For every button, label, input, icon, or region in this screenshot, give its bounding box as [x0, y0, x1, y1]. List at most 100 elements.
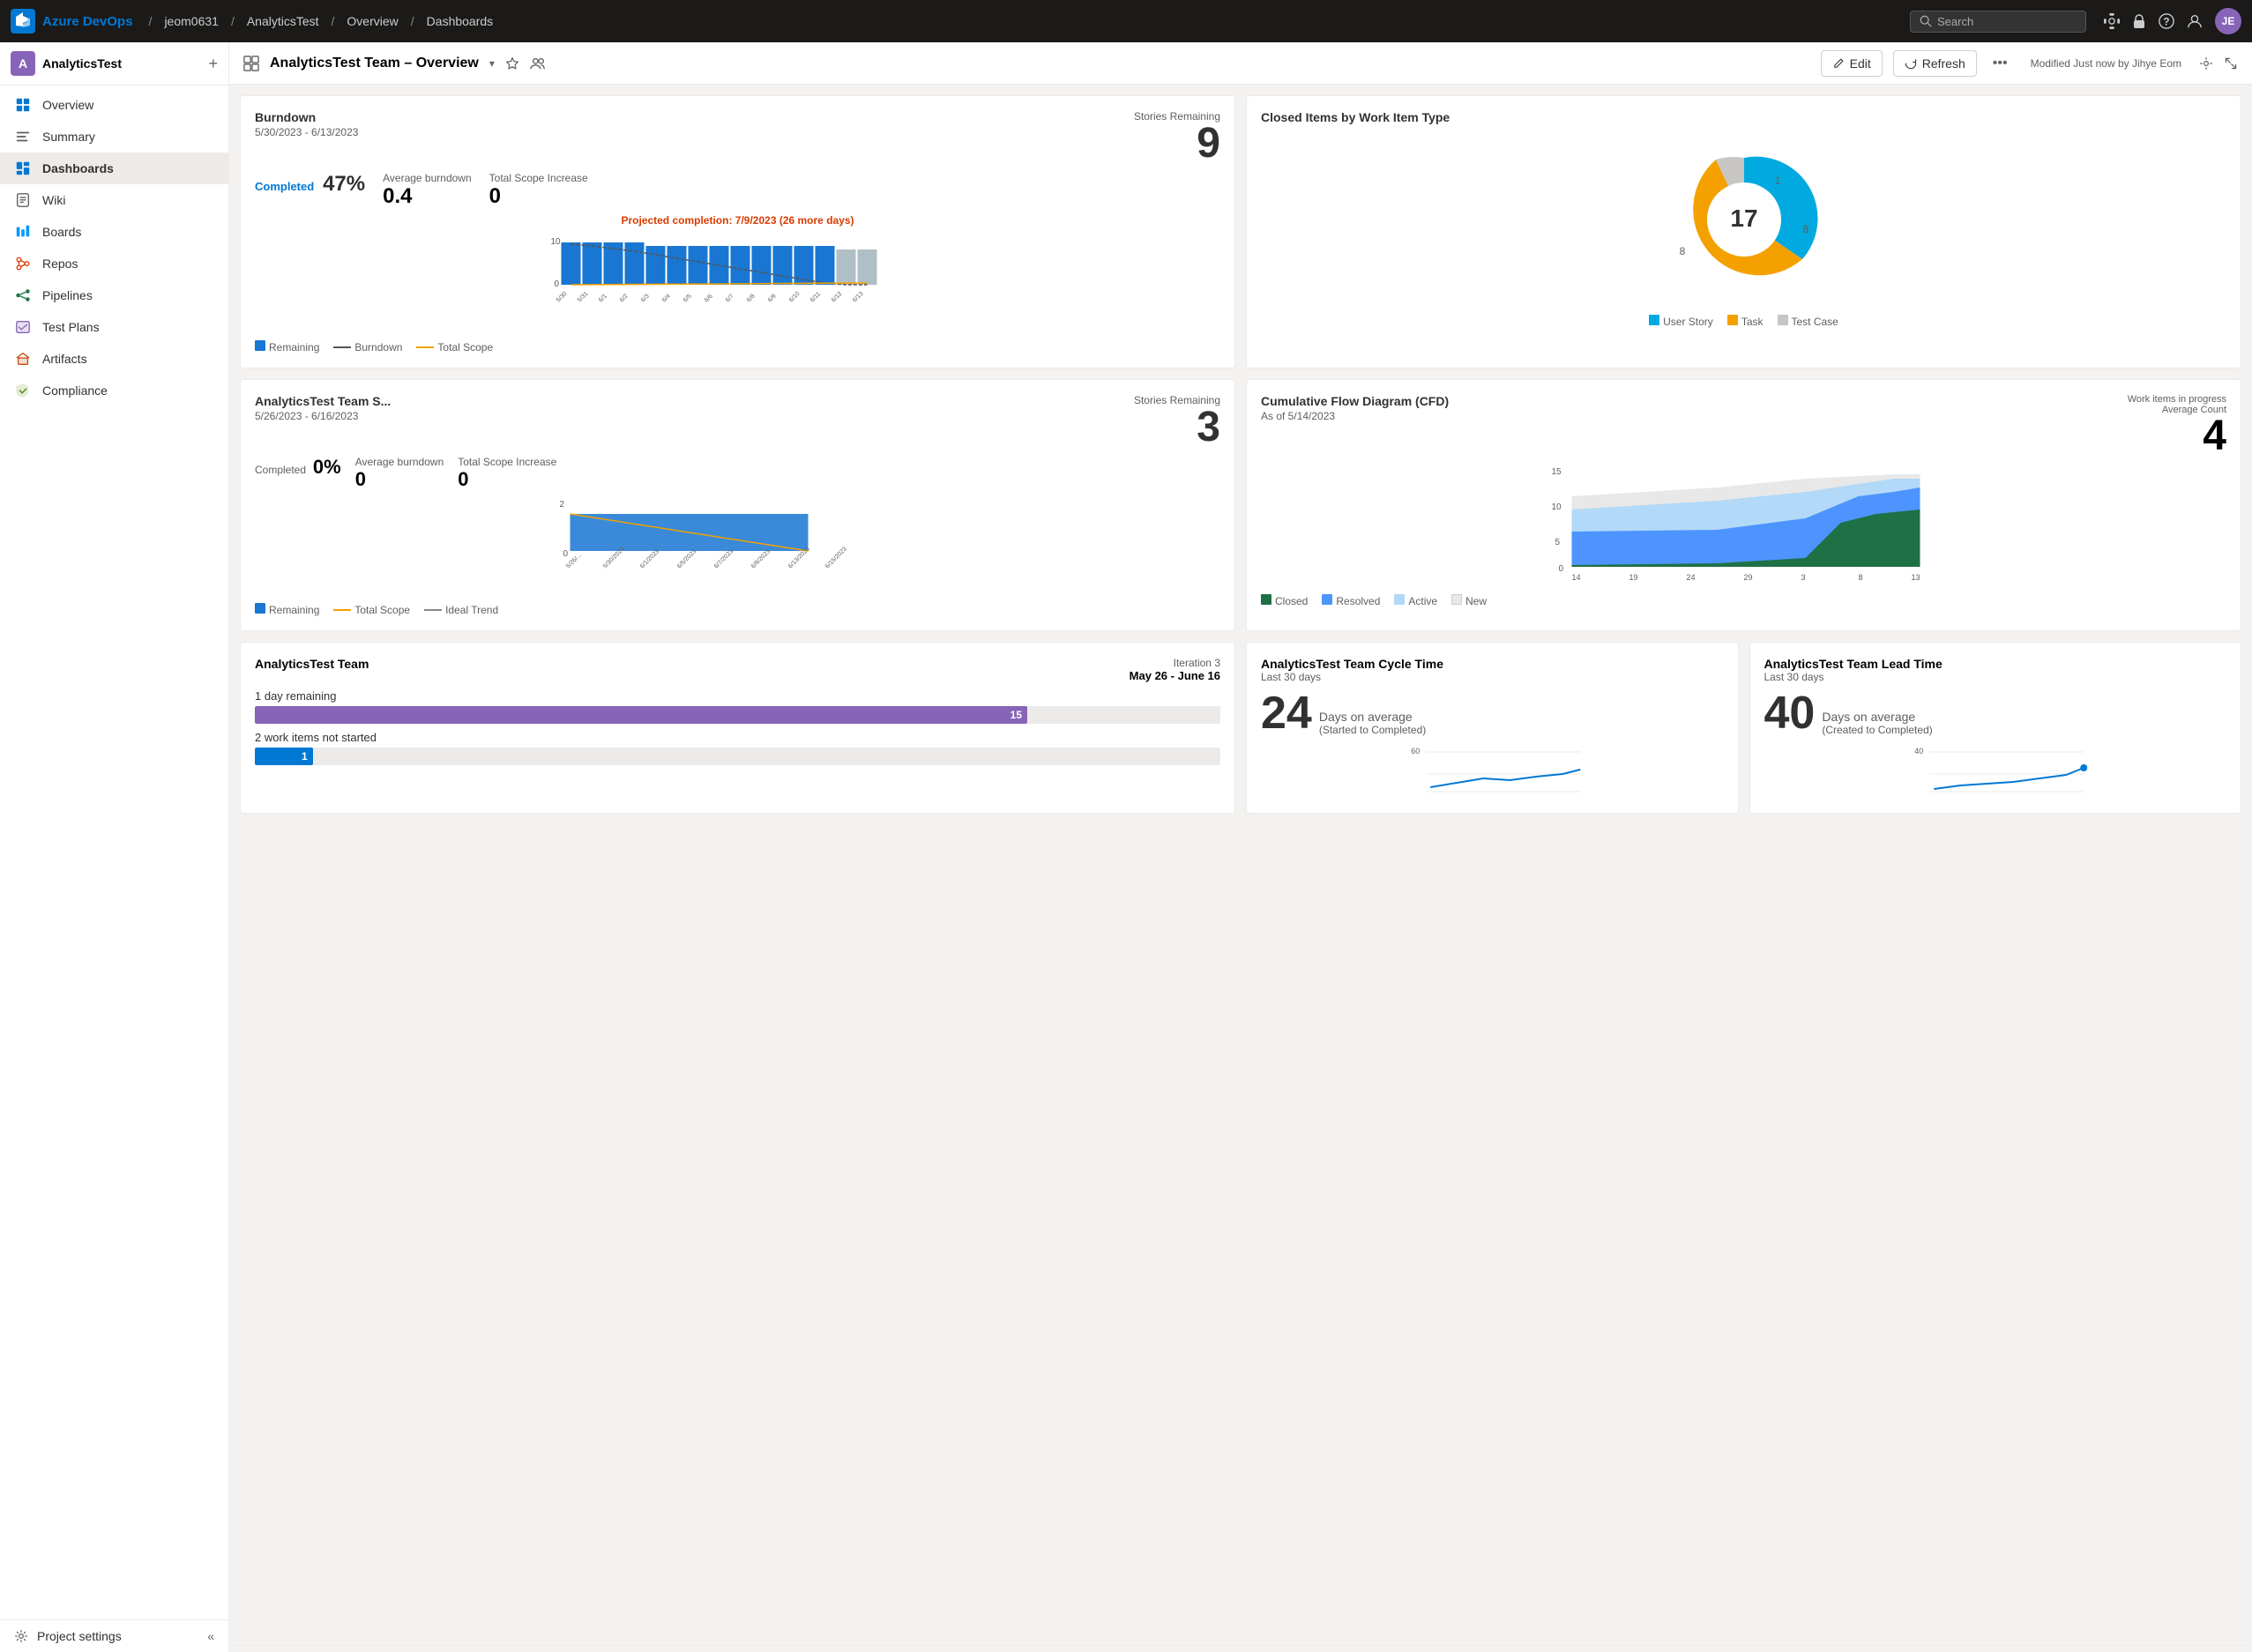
svg-text:17: 17: [1730, 205, 1757, 232]
lead-time-sublabel: (Created to Completed): [1822, 724, 1932, 736]
sidebar-item-wiki[interactable]: Wiki: [0, 184, 228, 216]
sidebar-item-artifacts[interactable]: Artifacts: [0, 343, 228, 375]
sprint-completed-label: Completed: [255, 464, 306, 476]
project-settings-link[interactable]: Project settings «: [0, 1619, 228, 1652]
svg-text:?: ?: [2163, 17, 2169, 28]
help-icon[interactable]: ?: [2159, 13, 2174, 29]
sidebar-item-repos[interactable]: Repos: [0, 248, 228, 279]
sidebar-item-summary[interactable]: Summary: [0, 121, 228, 153]
user-icon[interactable]: [2187, 13, 2203, 29]
compliance-icon: [14, 382, 32, 399]
sprint-legend-remaining: Remaining: [269, 604, 319, 616]
sidebar-item-boards[interactable]: Boards: [0, 216, 228, 248]
total-scope-label: Total Scope Increase: [489, 172, 588, 184]
iteration-label: Iteration 3: [1130, 657, 1220, 669]
user-avatar[interactable]: JE: [2215, 8, 2241, 34]
dashboard-title-chevron[interactable]: ▾: [489, 57, 495, 70]
legend-total-scope: Total Scope: [437, 341, 493, 353]
overview-label: Overview: [42, 98, 93, 112]
sidebar-item-overview[interactable]: Overview: [0, 89, 228, 121]
svg-text:5: 5: [1555, 538, 1561, 547]
expand-icon[interactable]: [2224, 56, 2238, 71]
svg-text:6/5/2023: 6/5/2023: [676, 548, 697, 569]
lead-time-subtitle: Last 30 days: [1764, 671, 2227, 683]
content-area: AnalyticsTest Team – Overview ▾ Edit Ref…: [229, 42, 2252, 1652]
collapse-sidebar-button[interactable]: «: [207, 1629, 214, 1643]
sidebar-item-pipelines[interactable]: Pipelines: [0, 279, 228, 311]
lock-icon[interactable]: [2132, 13, 2146, 29]
closed-items-title: Closed Items by Work Item Type: [1261, 110, 2226, 124]
svg-text:6/4: 6/4: [661, 294, 672, 304]
sprint-avg-label: Average burndown: [355, 456, 444, 468]
edit-button[interactable]: Edit: [1821, 50, 1883, 77]
sidebar-item-dashboards[interactable]: Dashboards: [0, 153, 228, 184]
svg-text:6/11: 6/11: [809, 291, 822, 303]
burndown-chart: 10 0: [255, 234, 1220, 331]
legend-burndown: Burndown: [354, 341, 402, 353]
refresh-button[interactable]: Refresh: [1893, 50, 1977, 77]
sprint-scope-value: 0: [458, 468, 556, 491]
sprint-burndown-dates: 5/26/2023 - 6/16/2023: [255, 410, 391, 422]
summary-icon: [14, 128, 32, 145]
sep2: /: [231, 14, 235, 28]
main-layout: A AnalyticsTest + Overview Summary: [0, 42, 2252, 1652]
topnav: Azure DevOps / jeom0631 / AnalyticsTest …: [0, 0, 2252, 42]
svg-text:6/13: 6/13: [852, 291, 865, 304]
sprint-legend-trend: Ideal Trend: [445, 604, 498, 616]
svg-text:6/7/2023: 6/7/2023: [713, 548, 735, 569]
lead-time-title: AnalyticsTest Team Lead Time: [1764, 657, 2227, 671]
burndown-title: Burndown: [255, 110, 358, 124]
search-icon: [1920, 15, 1932, 27]
brand-name[interactable]: Azure DevOps: [42, 14, 133, 29]
boards-icon: [14, 223, 32, 241]
iteration-title: AnalyticsTest Team: [255, 657, 369, 682]
svg-text:6/5: 6/5: [682, 294, 693, 304]
sidebar-nav: Overview Summary Dashboards: [0, 86, 228, 1619]
sidebar-item-test-plans[interactable]: Test Plans: [0, 311, 228, 343]
more-options-button[interactable]: •••: [1987, 50, 2013, 77]
svg-text:6/10: 6/10: [788, 291, 802, 304]
edit-label: Edit: [1850, 56, 1871, 71]
sidebar-item-compliance[interactable]: Compliance: [0, 375, 228, 406]
overview-icon: [14, 96, 32, 114]
iteration-bar-1-value: 15: [1010, 709, 1022, 721]
iteration-bar-2-value: 1: [302, 750, 308, 763]
svg-text:6/1/2023: 6/1/2023: [639, 548, 660, 569]
sidebar-header: A AnalyticsTest +: [0, 42, 228, 86]
dashboard-settings-icon[interactable]: [2199, 56, 2213, 71]
legend-test-case: Test Case: [1792, 316, 1838, 328]
cycle-time-sublabel: (Started to Completed): [1319, 724, 1426, 736]
search-box[interactable]: Search: [1910, 11, 2086, 33]
scrollbar-area[interactable]: [229, 1645, 2252, 1652]
svg-text:8: 8: [1679, 245, 1685, 257]
svg-text:0: 0: [563, 549, 569, 559]
current-crumb[interactable]: Dashboards: [427, 14, 494, 28]
svg-text:1: 1: [1774, 175, 1780, 187]
svg-text:5/30: 5/30: [556, 291, 569, 304]
project-crumb[interactable]: AnalyticsTest: [247, 14, 319, 28]
boards-label: Boards: [42, 225, 81, 239]
cfd-legend: Closed Resolved Active New: [1261, 594, 2226, 607]
completed-label: Completed: [255, 180, 314, 193]
dashboard-body: Burndown 5/30/2023 - 6/13/2023 Stories R…: [229, 85, 2252, 1645]
svg-text:6/8: 6/8: [746, 294, 757, 304]
cfd-chart: 15 10 5 0 14 19 24 29: [1261, 461, 2226, 584]
svg-text:19: 19: [1629, 573, 1638, 582]
org-crumb[interactable]: jeom0631: [164, 14, 219, 28]
svg-text:10: 10: [551, 237, 562, 247]
svg-text:3: 3: [1801, 573, 1806, 582]
svg-text:6/12: 6/12: [831, 291, 844, 304]
dashboards-icon: [14, 160, 32, 177]
pipelines-icon: [14, 286, 32, 304]
closed-items-legend: User Story Task Test Case: [1261, 315, 2226, 328]
cycle-time-unit: Days on average: [1319, 710, 1426, 724]
lead-time-unit: Days on average: [1822, 710, 1932, 724]
dashboard-star-icon[interactable]: [505, 56, 519, 71]
sprint-completed-value: 0%: [313, 456, 341, 478]
section-crumb[interactable]: Overview: [347, 14, 398, 28]
stories-remaining-value: 9: [1134, 123, 1220, 165]
iteration-bar-2: 1: [255, 748, 1220, 765]
settings-icon[interactable]: [2104, 13, 2120, 29]
add-project-button[interactable]: +: [208, 55, 218, 73]
svg-text:0: 0: [1559, 564, 1564, 574]
